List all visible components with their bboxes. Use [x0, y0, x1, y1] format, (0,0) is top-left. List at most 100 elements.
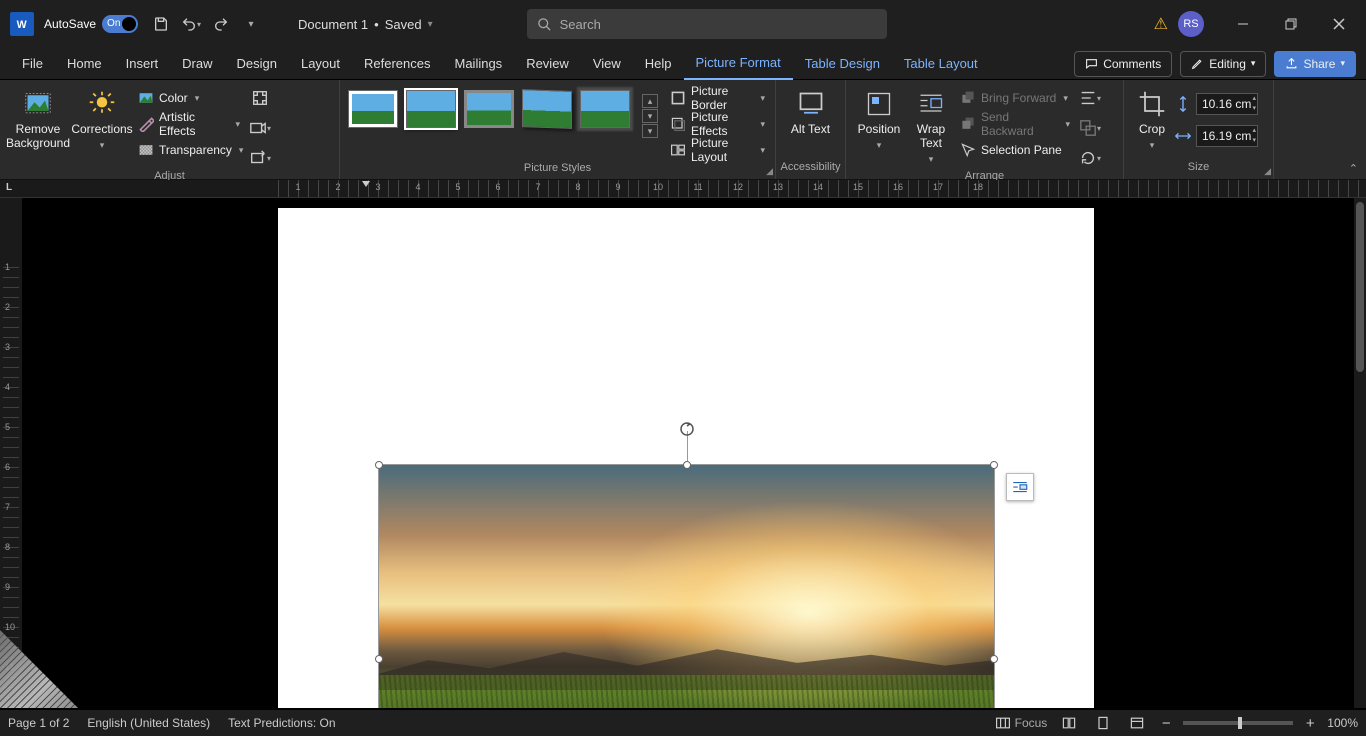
tab-table-layout[interactable]: Table Layout: [892, 48, 990, 80]
warning-icon[interactable]: ⚠: [1154, 14, 1168, 34]
close-button[interactable]: [1316, 8, 1362, 40]
resize-handle[interactable]: [683, 461, 691, 469]
ribbon: Remove Background Corrections▾ Color▾ Ar…: [0, 80, 1366, 180]
tab-view[interactable]: View: [581, 48, 633, 80]
read-mode-button[interactable]: [1057, 713, 1081, 733]
style-thumb[interactable]: [348, 90, 398, 128]
horizontal-ruler[interactable]: L 123456789101112131415161718: [0, 180, 1366, 198]
style-thumb[interactable]: [580, 90, 630, 128]
width-icon: [1174, 127, 1192, 145]
tab-references[interactable]: References: [352, 48, 442, 80]
undo-button[interactable]: ▾: [178, 11, 204, 37]
alt-text-button[interactable]: Alt Text: [782, 84, 839, 137]
tab-picture-format[interactable]: Picture Format: [684, 48, 793, 80]
gallery-more-button[interactable]: ▾: [642, 124, 658, 138]
picture-effects-button[interactable]: Picture Effects▾: [666, 112, 769, 136]
document-workspace: 1234567891011: [0, 198, 1354, 708]
style-thumb[interactable]: [464, 90, 514, 128]
maximize-button[interactable]: [1268, 8, 1314, 40]
picture-border-button[interactable]: Picture Border▾: [666, 86, 769, 110]
zoom-in-button[interactable]: +: [1303, 715, 1317, 732]
vertical-ruler[interactable]: 1234567891011: [0, 198, 22, 708]
language-indicator[interactable]: English (United States): [87, 716, 210, 730]
print-layout-button[interactable]: [1091, 713, 1115, 733]
resize-handle[interactable]: [375, 655, 383, 663]
rotate-handle[interactable]: [677, 419, 697, 439]
selection-pane-button[interactable]: Selection Pane: [956, 138, 1074, 162]
corrections-button[interactable]: Corrections▾: [70, 84, 134, 150]
align-button[interactable]: ▾: [1076, 86, 1104, 110]
resize-handle[interactable]: [990, 461, 998, 469]
tab-insert[interactable]: Insert: [114, 48, 171, 80]
compress-picture-button[interactable]: [246, 86, 274, 110]
save-button[interactable]: [148, 11, 174, 37]
zoom-slider[interactable]: [1183, 721, 1293, 725]
tab-table-design[interactable]: Table Design: [793, 48, 892, 80]
search-input[interactable]: Search: [527, 9, 887, 39]
tab-home[interactable]: Home: [55, 48, 114, 80]
reset-picture-button[interactable]: ▾: [246, 146, 274, 170]
size-dialog-launcher[interactable]: ◢: [1264, 166, 1271, 177]
pencil-icon: [1191, 57, 1204, 70]
word-app-icon: W: [10, 12, 34, 36]
group-adjust: Remove Background Corrections▾ Color▾ Ar…: [0, 80, 340, 179]
transparency-button[interactable]: Transparency▾: [134, 138, 244, 162]
tab-draw[interactable]: Draw: [170, 48, 224, 80]
search-icon: [537, 17, 552, 32]
indent-marker[interactable]: [360, 180, 372, 198]
bring-forward-button[interactable]: Bring Forward▾: [956, 86, 1074, 110]
resize-handle[interactable]: [990, 655, 998, 663]
landscape-image: [379, 465, 994, 708]
text-predictions-indicator[interactable]: Text Predictions: On: [228, 716, 335, 730]
tab-design[interactable]: Design: [225, 48, 289, 80]
rotate-button[interactable]: ▾: [1076, 146, 1104, 170]
resize-handle[interactable]: [375, 461, 383, 469]
zoom-level[interactable]: 100%: [1327, 716, 1358, 730]
picture-styles-gallery[interactable]: ▴ ▾ ▾: [346, 84, 660, 148]
group-size: Crop▾ 10.16 cm▴▾ 16.19 cm▴▾ Size ◢: [1124, 80, 1274, 179]
selected-picture[interactable]: [379, 465, 994, 708]
user-avatar[interactable]: RS: [1178, 11, 1204, 37]
styles-dialog-launcher[interactable]: ◢: [766, 166, 773, 177]
gallery-up-button[interactable]: ▴: [642, 94, 658, 108]
width-field[interactable]: 16.19 cm▴▾: [1174, 124, 1258, 148]
ribbon-tabs: File Home Insert Draw Design Layout Refe…: [0, 48, 1366, 80]
tab-mailings[interactable]: Mailings: [443, 48, 515, 80]
height-field[interactable]: 10.16 cm▴▾: [1174, 92, 1258, 116]
editing-mode-button[interactable]: Editing▾: [1180, 51, 1266, 77]
tab-file[interactable]: File: [10, 48, 55, 80]
zoom-out-button[interactable]: −: [1159, 715, 1173, 732]
gallery-down-button[interactable]: ▾: [642, 109, 658, 123]
qat-customize-button[interactable]: ▾: [238, 11, 264, 37]
status-bar: Page 1 of 2 English (United States) Text…: [0, 710, 1366, 736]
comments-button[interactable]: Comments: [1074, 51, 1172, 77]
vertical-scrollbar[interactable]: [1354, 198, 1366, 708]
focus-mode-button[interactable]: Focus: [995, 713, 1048, 733]
group-button[interactable]: ▾: [1076, 116, 1104, 140]
document-title[interactable]: Document 1 • Saved ▾: [298, 17, 433, 32]
share-button[interactable]: Share▾: [1274, 51, 1356, 77]
wrap-text-button[interactable]: Wrap Text▾: [906, 84, 956, 164]
tab-layout[interactable]: Layout: [289, 48, 352, 80]
autosave-toggle[interactable]: AutoSave On: [44, 15, 138, 33]
page-indicator[interactable]: Page 1 of 2: [8, 716, 69, 730]
web-layout-button[interactable]: [1125, 713, 1149, 733]
minimize-button[interactable]: [1220, 8, 1266, 40]
tab-help[interactable]: Help: [633, 48, 684, 80]
redo-button[interactable]: [208, 11, 234, 37]
collapse-ribbon-button[interactable]: ⌃: [1349, 162, 1358, 175]
change-picture-button[interactable]: ▾: [246, 116, 274, 140]
color-button[interactable]: Color▾: [134, 86, 244, 110]
style-thumb[interactable]: [522, 89, 572, 129]
remove-background-button[interactable]: Remove Background: [6, 84, 70, 151]
crop-button[interactable]: Crop▾: [1130, 84, 1174, 150]
style-thumb[interactable]: [406, 90, 456, 128]
picture-layout-button[interactable]: Picture Layout▾: [666, 138, 769, 162]
tab-review[interactable]: Review: [514, 48, 581, 80]
send-backward-button[interactable]: Send Backward▾: [956, 112, 1074, 136]
layout-options-button[interactable]: [1006, 473, 1034, 501]
position-button[interactable]: Position▾: [852, 84, 906, 150]
group-picture-styles: ▴ ▾ ▾ Picture Border▾ Picture Effects▾ P…: [340, 80, 776, 179]
group-label-styles: Picture Styles: [340, 162, 775, 179]
artistic-effects-button[interactable]: Artistic Effects▾: [134, 112, 244, 136]
